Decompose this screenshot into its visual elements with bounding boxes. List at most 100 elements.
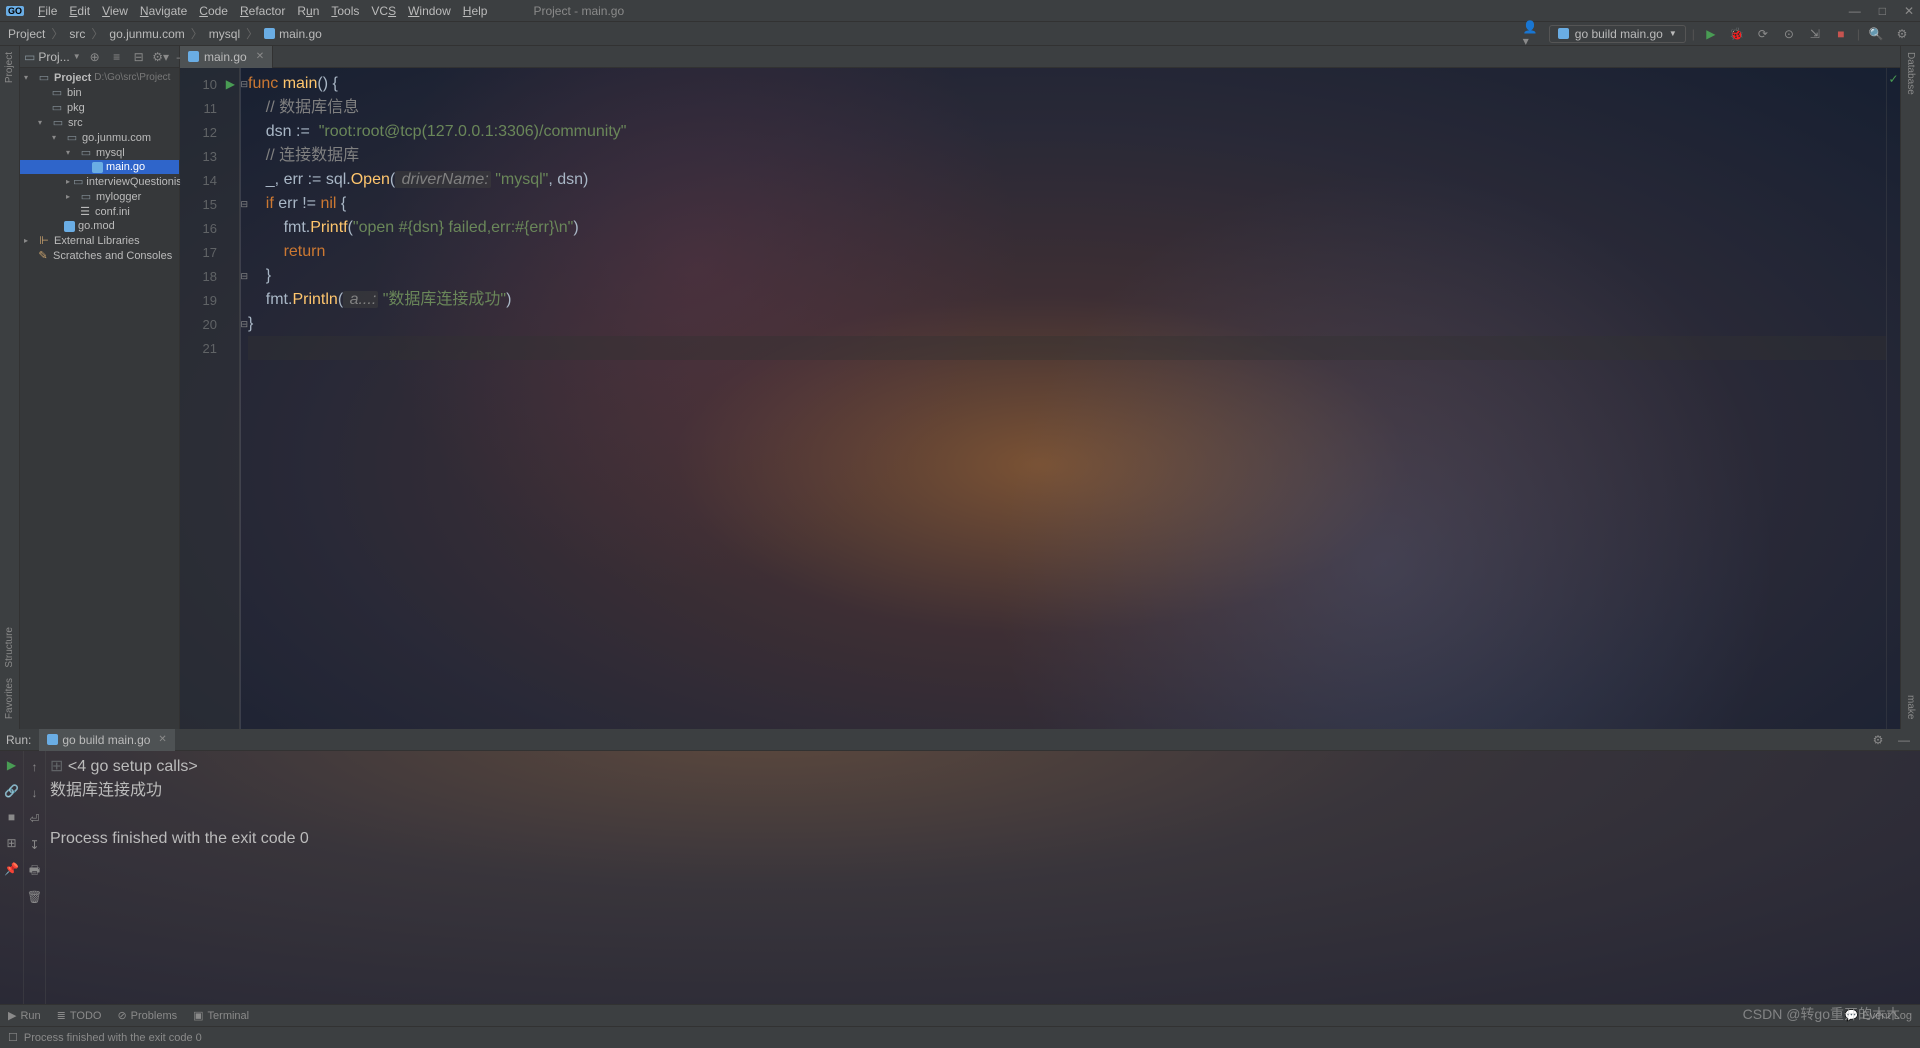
breadcrumb-item[interactable]: main.go: [279, 27, 322, 41]
editor-tab-maingo[interactable]: main.go ✕: [180, 46, 273, 68]
soft-wrap-button[interactable]: ⏎: [25, 809, 45, 829]
editor-tabs: main.go ✕: [180, 46, 1900, 68]
attach-debugger-button[interactable]: 🔗: [2, 781, 22, 801]
print-button[interactable]: 🖶: [25, 861, 45, 881]
tree-scratches[interactable]: ✎Scratches and Consoles: [20, 248, 179, 263]
run-tool-button[interactable]: ▶Run: [8, 1009, 41, 1022]
run-label: Run:: [6, 733, 31, 747]
tree-folder-src[interactable]: ▾▭src: [20, 115, 179, 130]
pipe-separator: |: [1692, 27, 1695, 41]
menu-file[interactable]: FFileile: [32, 4, 63, 18]
go-file-icon: [47, 734, 58, 745]
structure-tool-button[interactable]: Structure: [4, 627, 15, 668]
terminal-tool-button[interactable]: ▣Terminal: [193, 1009, 249, 1022]
editor-body[interactable]: 10▶⊟ 11 12 13 14 15⊟ 16 17 18⊟ 19 20⊟ 21…: [180, 68, 1900, 729]
run-tab[interactable]: go build main.go ✕: [39, 729, 174, 751]
settings-button[interactable]: ⚙: [1892, 24, 1912, 44]
project-tool-button[interactable]: Project: [4, 52, 15, 83]
stop-run-button[interactable]: ■: [2, 807, 22, 827]
tree-folder-mysql[interactable]: ▾▭mysql: [20, 145, 179, 160]
debug-button[interactable]: 🐞: [1727, 24, 1747, 44]
breadcrumb-item[interactable]: go.junmu.com: [109, 27, 184, 41]
minimize-icon[interactable]: —: [1849, 4, 1861, 18]
menu-view[interactable]: View: [96, 4, 134, 18]
menu-edit[interactable]: Edit: [63, 4, 96, 18]
profile-button[interactable]: ⊙: [1779, 24, 1799, 44]
go-file-icon: [92, 162, 103, 173]
problems-tool-button[interactable]: ⊘Problems: [117, 1009, 177, 1022]
menu-code[interactable]: Code: [193, 4, 234, 18]
run-config-label: go build main.go: [1575, 27, 1663, 41]
tree-external-libraries[interactable]: ▸⊩External Libraries: [20, 233, 179, 248]
tree-file-gomod[interactable]: go.mod: [20, 219, 179, 233]
menu-refactor[interactable]: Refactor: [234, 4, 291, 18]
menu-tools[interactable]: Tools: [325, 4, 365, 18]
layout-button[interactable]: ⊞: [2, 833, 22, 853]
console-line: [50, 803, 1916, 827]
tree-folder-bin[interactable]: ▭bin: [20, 85, 179, 100]
down-icon[interactable]: ↓: [25, 783, 45, 803]
pipe-separator: |: [1857, 27, 1860, 41]
close-icon[interactable]: ✕: [1904, 4, 1914, 18]
scroll-to-end-button[interactable]: ↧: [25, 835, 45, 855]
coverage-button[interactable]: ⟳: [1753, 24, 1773, 44]
settings-icon[interactable]: ⚙▾: [151, 47, 171, 67]
menu-run[interactable]: Run: [291, 4, 325, 18]
make-tool-button[interactable]: make: [1905, 695, 1916, 719]
up-icon[interactable]: ↑: [25, 757, 45, 777]
user-icon[interactable]: 👤▾: [1523, 24, 1543, 44]
project-tree[interactable]: ▾▭ Project D:\Go\src\Project ▭bin ▭pkg ▾…: [20, 68, 179, 265]
console-line: 数据库连接成功: [50, 779, 1916, 803]
console-line: ⊞ <4 go setup calls>: [50, 755, 1916, 779]
gutter[interactable]: 10▶⊟ 11 12 13 14 15⊟ 16 17 18⊟ 19 20⊟ 21: [180, 68, 240, 729]
todo-tool-button[interactable]: ≣TODO: [57, 1009, 102, 1022]
breadcrumb-item[interactable]: src: [69, 27, 85, 41]
status-icon[interactable]: ☐: [8, 1031, 18, 1044]
maximize-icon[interactable]: □: [1879, 4, 1886, 18]
navigation-bar: Project〉 src〉 go.junmu.com〉 mysql〉 main.…: [0, 22, 1920, 46]
run-button[interactable]: ▶: [1701, 24, 1721, 44]
clear-button[interactable]: 🗑: [25, 887, 45, 907]
bottom-tool-bar: ▶Run ≣TODO ⊘Problems ▣Terminal 💬Event Lo…: [0, 1004, 1920, 1026]
hide-run-panel-button[interactable]: —: [1894, 730, 1914, 750]
left-tool-stripe: Project Structure Favorites: [0, 46, 20, 729]
tree-folder-interview[interactable]: ▸▭interviewQuestionis: [20, 174, 179, 189]
watermark: CSDN @转go重开的木木: [1743, 1004, 1900, 1024]
favorites-tool-button[interactable]: Favorites: [4, 678, 15, 719]
menu-vcs[interactable]: VCS: [365, 4, 402, 18]
inspection-ok-icon: ✓: [1887, 68, 1900, 86]
expand-all-button[interactable]: ≡: [107, 47, 127, 67]
tree-project-root[interactable]: ▾▭ Project D:\Go\src\Project: [20, 70, 179, 85]
collapse-all-button[interactable]: ⊟: [129, 47, 149, 67]
console-output[interactable]: ⊞ <4 go setup calls> 数据库连接成功 Process fin…: [46, 751, 1920, 1004]
select-opened-file-button[interactable]: ⊕: [85, 47, 105, 67]
close-tab-icon[interactable]: ✕: [256, 51, 264, 62]
right-tool-stripe: Database make: [1900, 46, 1920, 729]
chevron-down-icon: ▼: [1669, 29, 1677, 38]
tree-file-maingo[interactable]: main.go: [20, 160, 179, 174]
pin-button[interactable]: 📌: [2, 859, 22, 879]
tree-folder-gojunmu[interactable]: ▾▭go.junmu.com: [20, 130, 179, 145]
breadcrumb-item[interactable]: mysql: [209, 27, 240, 41]
tree-folder-mylogger[interactable]: ▸▭mylogger: [20, 189, 179, 204]
menu-navigate[interactable]: Navigate: [134, 4, 193, 18]
close-tab-icon[interactable]: ✕: [158, 734, 166, 745]
editor-marks[interactable]: ✓: [1886, 68, 1900, 729]
database-tool-button[interactable]: Database: [1905, 52, 1916, 95]
menu-window[interactable]: Window: [402, 4, 457, 18]
code-area[interactable]: func main() { // 数据库信息 dsn := "root:root…: [240, 68, 1886, 729]
menu-help[interactable]: Help: [457, 4, 494, 18]
tree-folder-pkg[interactable]: ▭pkg: [20, 100, 179, 115]
tree-file-confini[interactable]: ☰conf.ini: [20, 204, 179, 219]
sidebar-title[interactable]: ▭ Proj... ▼: [24, 50, 81, 64]
stop-button[interactable]: ■: [1831, 24, 1851, 44]
run-panel: Run: go build main.go ✕ ⚙ — ▶ 🔗 ■ ⊞ 📌 ↑ …: [0, 729, 1920, 1004]
run-gutter-icon[interactable]: ▶: [226, 77, 235, 91]
run-settings-icon[interactable]: ⚙: [1868, 730, 1888, 750]
run-config-selector[interactable]: go build main.go ▼: [1549, 25, 1686, 43]
folder-icon: ▭: [24, 50, 35, 64]
search-everywhere-button[interactable]: 🔍: [1866, 24, 1886, 44]
breadcrumb-item[interactable]: Project: [8, 27, 45, 41]
rerun-button[interactable]: ▶: [2, 755, 22, 775]
attach-button[interactable]: ⇲: [1805, 24, 1825, 44]
